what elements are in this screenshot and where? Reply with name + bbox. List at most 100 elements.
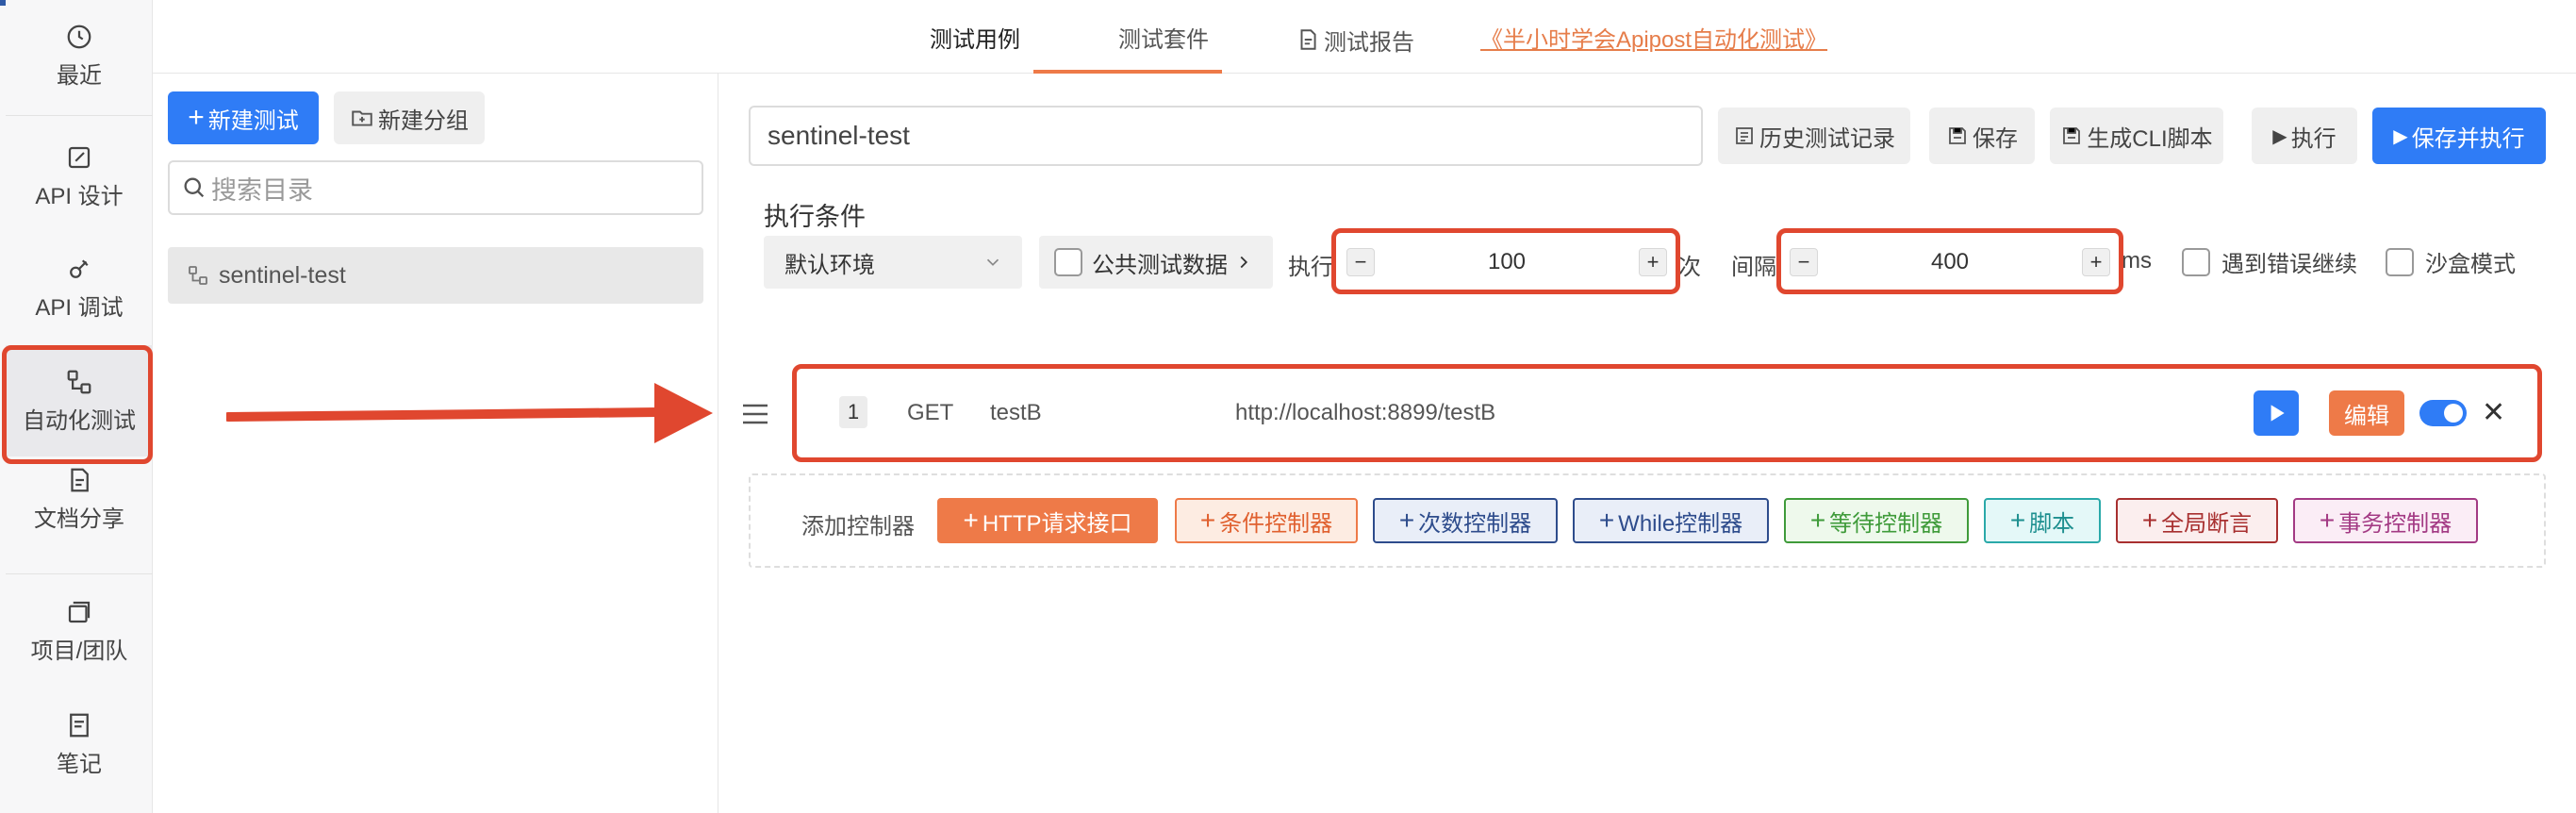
new-group-button[interactable]: 新建分组 [334, 91, 485, 144]
clock-icon [67, 25, 91, 48]
decrement-button[interactable]: − [1790, 248, 1818, 276]
controller-label: 脚本 [2029, 510, 2075, 537]
tree-item-label: sentinel-test [219, 261, 346, 289]
save-button[interactable]: 保存 [1929, 108, 2035, 164]
interval-value[interactable]: 400 [1818, 249, 2082, 275]
add-http-request-button[interactable]: + HTTP请求接口 [937, 498, 1158, 543]
new-test-label: 新建测试 [207, 108, 299, 134]
add-condition-controller-button[interactable]: + 条件控制器 [1175, 498, 1358, 543]
increment-button[interactable]: + [2082, 248, 2110, 276]
increment-button[interactable]: + [1639, 248, 1667, 276]
step-name[interactable]: testB [990, 400, 1042, 426]
nav-item-project-team[interactable]: 项目/团队 [6, 575, 153, 687]
plus-icon: + [1598, 506, 1615, 535]
public-data-toggle[interactable]: 公共测试数据 [1039, 236, 1273, 289]
edit-step-button[interactable]: 编辑 [2329, 390, 2404, 436]
plus-icon: + [2319, 506, 2336, 535]
tree-item-test[interactable]: sentinel-test [168, 247, 703, 304]
add-loop-controller-button[interactable]: + 次数控制器 [1373, 498, 1558, 543]
interval-label: 间隔 [1731, 255, 1776, 280]
new-test-button[interactable]: + 新建测试 [168, 91, 319, 144]
cli-script-label: 生成CLI脚本 [2087, 125, 2213, 152]
enable-toggle[interactable] [2419, 400, 2467, 426]
plus-icon: + [1398, 506, 1415, 535]
plus-icon: + [1809, 506, 1826, 535]
interval-stepper[interactable]: − 400 + [1790, 236, 2110, 289]
nav-item-label: 项目/团队 [30, 638, 128, 664]
add-while-controller-button[interactable]: + While控制器 [1573, 498, 1769, 543]
continue-on-error-label: 遇到错误继续 [2221, 252, 2357, 277]
report-icon [1300, 29, 1316, 50]
nav-item-recent[interactable]: 最近 [6, 0, 153, 111]
step-url: http://localhost:8899/testB [1235, 400, 1496, 425]
search-placeholder: 搜索目录 [211, 175, 313, 205]
save-and-run-button[interactable]: ▶ 保存并执行 [2372, 108, 2546, 164]
nav-item-api-debug[interactable]: API 调试 [6, 232, 153, 343]
test-name-input[interactable]: sentinel-test [749, 106, 1703, 166]
add-global-assert-button[interactable]: + 全局断言 [2116, 498, 2278, 543]
top-tabs: 测试用例 测试套件 测试报告 《半小时学会Apipost自动化测试》 [153, 0, 2576, 74]
controller-label: 事务控制器 [2338, 510, 2452, 537]
sandbox-label: 沙盒模式 [2425, 252, 2516, 277]
add-script-button[interactable]: + 脚本 [1984, 498, 2101, 543]
play-icon [2271, 405, 2285, 422]
cli-script-button[interactable]: 生成CLI脚本 [2050, 108, 2223, 164]
tab-test-suites[interactable]: 测试套件 [1118, 0, 1209, 74]
app-root: 最近 API 设计 API 调试 自动化测试 文档分享 项目/团队 笔记 测试用… [0, 0, 2576, 813]
search-input[interactable]: 搜索目录 [168, 160, 703, 215]
sandbox-checkbox[interactable] [2386, 247, 2414, 276]
run-step-button[interactable] [2254, 390, 2299, 436]
save-label: 保存 [1973, 125, 2018, 152]
tutorial-link[interactable]: 《半小时学会Apipost自动化测试》 [1480, 0, 1827, 74]
tab-label: 测试报告 [1324, 29, 1414, 56]
tab-test-cases[interactable]: 测试用例 [930, 0, 1020, 74]
controller-label: 全局断言 [2161, 510, 2253, 537]
add-transaction-controller-button[interactable]: + 事务控制器 [2293, 498, 2478, 543]
times-value[interactable]: 100 [1375, 249, 1639, 275]
continue-on-error-checkbox[interactable] [2182, 247, 2210, 276]
times-unit: 次 [1678, 255, 1701, 280]
times-stepper[interactable]: − 100 + [1346, 236, 1667, 289]
sandbox-option[interactable]: 沙盒模式 [2386, 245, 2516, 278]
tab-test-reports[interactable]: 测试报告 [1296, 0, 1414, 74]
decrement-button[interactable]: − [1346, 248, 1375, 276]
add-wait-controller-button[interactable]: + 等待控制器 [1784, 498, 1969, 543]
plus-icon: + [2009, 506, 2026, 535]
environment-select[interactable]: 默认环境 [764, 236, 1022, 289]
edit-icon [68, 146, 91, 168]
conditions-title: 执行条件 [764, 203, 866, 231]
add-controller-label: 添加控制器 [801, 514, 915, 539]
folder-plus-icon [352, 110, 372, 126]
nav-item-automation[interactable]: 自动化测试 [6, 345, 153, 456]
nav-item-label: 最近 [57, 62, 102, 89]
history-label: 历史测试记录 [1759, 125, 1895, 152]
nav-item-doc-share[interactable]: 文档分享 [6, 443, 153, 555]
save-icon [1949, 127, 1966, 144]
new-group-label: 新建分组 [378, 108, 469, 134]
nav-item-label: API 调试 [35, 294, 124, 321]
environment-value: 默认环境 [784, 252, 875, 278]
plus-icon: + [1199, 506, 1216, 535]
continue-on-error-option[interactable]: 遇到错误继续 [2182, 245, 2357, 278]
divider [6, 573, 153, 574]
script-icon [2063, 127, 2081, 144]
plus-icon: + [963, 506, 979, 535]
drag-handle-icon[interactable] [741, 400, 769, 428]
arrow-annotation [226, 383, 713, 443]
public-data-checkbox[interactable] [1054, 248, 1082, 276]
divider [6, 115, 153, 116]
controller-label: HTTP请求接口 [982, 510, 1132, 537]
nav-item-notes[interactable]: 笔记 [6, 689, 153, 800]
nav-item-label: API 设计 [35, 183, 124, 209]
nav-item-label: 自动化测试 [23, 407, 136, 434]
plus-icon: + [2141, 506, 2158, 535]
flow-icon [189, 266, 207, 285]
run-button[interactable]: ▶ 执行 [2252, 108, 2357, 164]
close-icon[interactable]: ✕ [2482, 396, 2505, 429]
history-button[interactable]: 历史测试记录 [1718, 108, 1910, 164]
controller-label: 次数控制器 [1418, 510, 1532, 537]
interval-unit: ms [2122, 248, 2152, 274]
bug-icon [70, 258, 89, 278]
nav-item-api-design[interactable]: API 设计 [6, 121, 153, 232]
chevron-right-icon [1240, 256, 1248, 269]
